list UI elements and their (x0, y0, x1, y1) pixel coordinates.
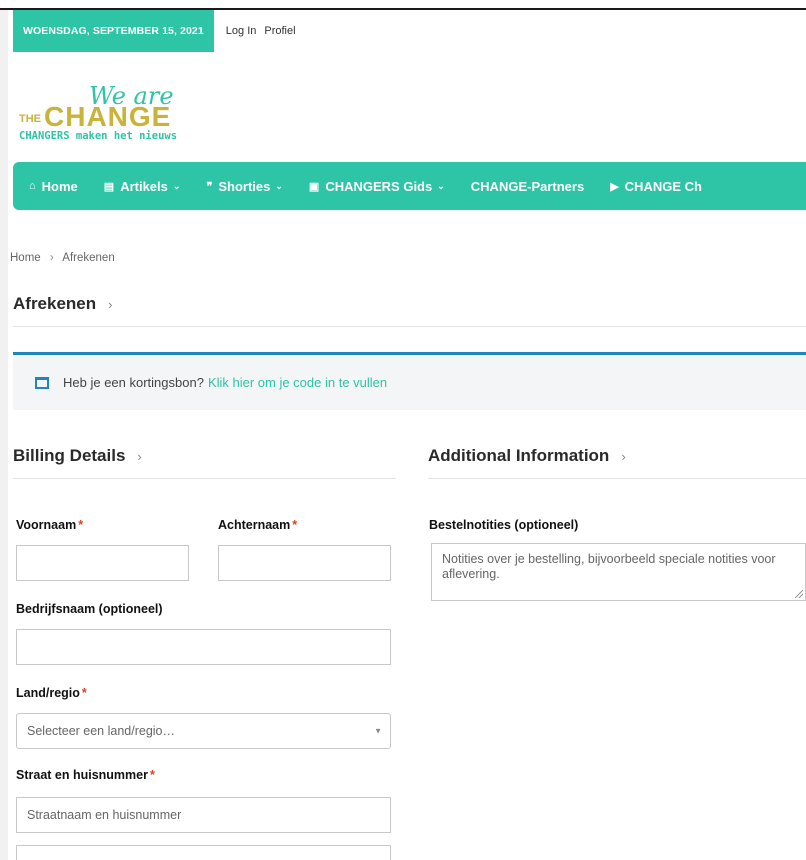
nav-item-artikels[interactable]: ▤ Artikels ⌄ (104, 179, 181, 194)
resize-handle-icon[interactable] (795, 590, 803, 598)
nav-item-change-partners[interactable]: CHANGE-Partners (471, 179, 584, 194)
country-label: Land/regio * (16, 686, 87, 700)
order-notes-textarea[interactable]: Notities over je bestelling, bijvoorbeel… (431, 543, 806, 601)
main-nav: ⌂ Home ▤ Artikels ⌄ ❞ Shorties ⌄ ▣ CHANG… (13, 162, 806, 210)
breadcrumb: Home › Afrekenen (10, 252, 115, 264)
street-label-text: Straat en huisnummer (16, 768, 148, 782)
site-logo[interactable]: We are THE CHANGE CHANGERS maken het nie… (17, 82, 267, 147)
street-line-2-field[interactable] (16, 845, 391, 860)
last-name-label: Achternaam * (218, 518, 297, 532)
breadcrumb-separator: › (49, 252, 54, 264)
divider (428, 478, 806, 479)
nav-label: CHANGERS Gids (325, 178, 433, 194)
additional-title: Additional Information › (428, 446, 626, 466)
street-label: Straat en huisnummer * (16, 768, 155, 782)
first-name-field[interactable] (16, 545, 189, 581)
nav-label: CHANGE-Partners (470, 178, 585, 194)
coupon-link[interactable]: Klik hier om je code in te vullen (208, 375, 387, 390)
required-mark: * (78, 518, 84, 532)
nav-item-shorties[interactable]: ❞ Shorties ⌄ (206, 179, 282, 194)
left-gutter (0, 10, 8, 860)
country-select[interactable]: Selecteer een land/regio… ▼ (16, 713, 391, 749)
divider (13, 478, 396, 479)
breadcrumb-home[interactable]: Home (10, 252, 41, 264)
first-name-label: Voornaam * (16, 518, 83, 532)
notes-placeholder: Notities over je bestelling, bijvoorbeel… (442, 552, 776, 581)
youtube-icon: ▶ (610, 180, 619, 193)
last-name-field[interactable] (218, 545, 391, 581)
logo-main-text: CHANGE (44, 101, 171, 132)
page-title: Afrekenen › (13, 294, 112, 314)
coupon-notice: Heb je een kortingsbon? Klik hier om je … (13, 352, 806, 410)
required-mark: * (149, 768, 155, 782)
divider (13, 326, 806, 327)
nav-label: CHANGE Ch (624, 178, 702, 194)
chevron-down-icon: ⌄ (275, 180, 283, 191)
newspaper-icon: ▤ (103, 180, 115, 193)
country-select-value: Selecteer een land/regio… (27, 724, 176, 738)
street-placeholder: Straatnaam en huisnummer (27, 808, 182, 822)
top-bar: WOENSDAG, SEPTEMBER 15, 2021 Log In Prof… (13, 10, 296, 52)
nav-label: Shorties (218, 178, 271, 194)
street-field[interactable]: Straatnaam en huisnummer (16, 797, 391, 833)
notes-label-text: Bestelnotities (optioneel) (429, 518, 579, 532)
caret-down-icon: ▼ (374, 726, 382, 736)
window-icon (35, 376, 49, 389)
nav-item-changers-gids[interactable]: ▣ CHANGERS Gids ⌄ (309, 179, 445, 194)
date-badge: WOENSDAG, SEPTEMBER 15, 2021 (13, 10, 214, 52)
notes-label: Bestelnotities (optioneel) (429, 518, 578, 532)
id-card-icon: ▣ (308, 180, 320, 193)
profile-link[interactable]: Profiel (264, 25, 295, 37)
logo-tagline: CHANGERS maken het nieuws (19, 130, 177, 142)
home-icon: ⌂ (29, 180, 36, 192)
required-mark: * (81, 686, 87, 700)
additional-title-text: Additional Information (428, 446, 610, 465)
chevron-right-icon: › (621, 448, 626, 464)
first-name-label-text: Voornaam (16, 518, 77, 532)
page-title-text: Afrekenen (13, 294, 97, 313)
company-label-text: Bedrijfsnaam (optioneel) (16, 602, 163, 616)
chevron-right-icon: › (137, 448, 142, 464)
nav-label: Artikels (120, 178, 168, 194)
chevron-down-icon: ⌄ (437, 180, 445, 191)
nav-label: Home (41, 178, 78, 194)
chevron-down-icon: ⌄ (172, 180, 181, 191)
breadcrumb-current: Afrekenen (62, 252, 115, 264)
chevron-right-icon: › (108, 296, 113, 312)
logo-prefix: THE (19, 113, 41, 125)
company-label: Bedrijfsnaam (optioneel) (16, 602, 163, 616)
country-label-text: Land/regio (16, 686, 80, 700)
login-link[interactable]: Log In (226, 25, 257, 37)
last-name-label-text: Achternaam (218, 518, 291, 532)
company-field[interactable] (16, 629, 391, 665)
required-mark: * (292, 518, 298, 532)
billing-title: Billing Details › (13, 446, 142, 466)
nav-item-home[interactable]: ⌂ Home (29, 179, 78, 194)
quote-icon: ❞ (206, 180, 213, 193)
nav-item-change-channel[interactable]: ▶ CHANGE Ch (610, 179, 702, 194)
billing-title-text: Billing Details (13, 446, 126, 465)
coupon-text: Heb je een kortingsbon? (63, 375, 204, 390)
